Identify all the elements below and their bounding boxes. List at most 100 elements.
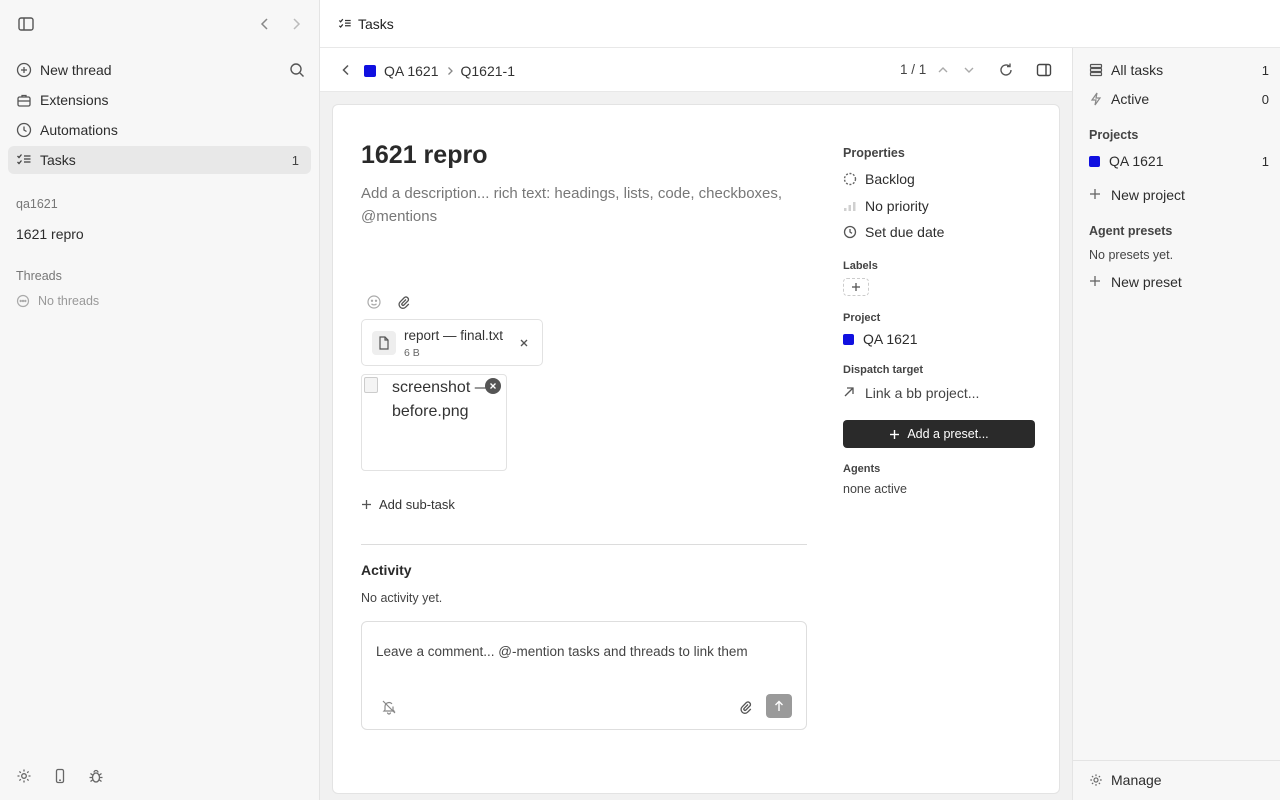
project-selector[interactable]: QA 1621 <box>843 329 918 349</box>
main-content: 1621 repro Add a description... rich tex… <box>320 92 1072 800</box>
sidebar-item-label: Tasks <box>40 152 76 168</box>
add-label-button[interactable] <box>843 278 869 296</box>
broken-image-icon <box>364 377 378 393</box>
task-title[interactable]: 1621 repro <box>361 141 487 170</box>
no-threads-label: No threads <box>38 294 100 308</box>
plus-icon <box>1089 188 1103 202</box>
add-preset-button[interactable]: Add a preset... <box>843 420 1035 448</box>
remove-image-icon[interactable] <box>485 378 501 394</box>
project-color-swatch <box>1089 155 1100 167</box>
clock-icon <box>843 225 857 239</box>
attachment-size: 6 B <box>404 347 420 359</box>
labels-heading: Labels <box>843 260 878 272</box>
remove-attachment-icon[interactable] <box>514 333 534 353</box>
active-count: 0 <box>1261 91 1269 107</box>
back-nav-icon[interactable] <box>255 14 275 34</box>
forward-nav-icon[interactable] <box>286 14 306 34</box>
status-selector[interactable]: Backlog <box>843 169 915 189</box>
clock-icon <box>16 122 32 138</box>
divider <box>1073 760 1280 761</box>
top-bar: Tasks <box>320 0 1280 48</box>
file-attachment-card[interactable]: report — final.txt 6 B <box>361 319 543 366</box>
sidebar-item-label: Extensions <box>40 92 109 108</box>
manage-button[interactable]: Manage <box>1089 768 1269 792</box>
next-task-icon[interactable] <box>959 60 979 80</box>
pager-indicator: 1 / 1 <box>900 62 927 77</box>
sidebar-item-extensions[interactable]: Extensions <box>8 86 311 114</box>
new-preset-button[interactable]: New preset <box>1089 270 1269 294</box>
plus-icon <box>361 499 372 510</box>
project-value: QA 1621 <box>863 331 918 347</box>
briefcase-icon <box>16 92 32 108</box>
backlog-status-icon <box>843 172 857 186</box>
priority-selector[interactable]: No priority <box>843 196 929 216</box>
sidebar-toggle-icon[interactable] <box>16 14 36 34</box>
task-header-bar: QA 1621 Q1621-1 1 / 1 <box>320 48 1072 92</box>
comment-input[interactable]: Leave a comment... @-mention tasks and t… <box>376 644 748 659</box>
add-subtask-button[interactable]: Add sub-task <box>361 497 455 512</box>
back-chevron-icon[interactable] <box>336 60 356 80</box>
sidebar-item-tasks[interactable]: Tasks 1 <box>8 146 311 174</box>
filter-all-tasks[interactable]: All tasks 1 <box>1089 58 1269 82</box>
new-project-label: New project <box>1111 187 1185 203</box>
arrow-up-icon <box>775 700 783 711</box>
sidebar-item-automations[interactable]: Automations <box>8 116 311 144</box>
properties-heading: Properties <box>843 146 905 160</box>
sidebar-item-label: Automations <box>40 122 118 138</box>
bug-icon[interactable] <box>86 766 106 786</box>
gear-icon <box>1089 773 1103 787</box>
all-tasks-count: 1 <box>1261 62 1269 78</box>
new-project-button[interactable]: New project <box>1089 183 1269 207</box>
plus-icon <box>852 283 860 291</box>
attach-icon[interactable] <box>736 697 756 717</box>
left-sidebar: New thread Extensions Automations Tasks … <box>0 0 320 800</box>
due-date-value: Set due date <box>865 224 945 240</box>
sidebar-task-item[interactable]: 1621 repro <box>16 226 84 242</box>
attachment-filename: report — final.txt <box>404 328 504 343</box>
filter-active[interactable]: Active 0 <box>1089 87 1269 111</box>
page-title: Tasks <box>358 16 394 32</box>
checklist-icon <box>16 152 32 168</box>
all-tasks-label: All tasks <box>1111 62 1164 78</box>
project-color-swatch <box>364 65 376 77</box>
breadcrumb-task-id: Q1621-1 <box>460 63 515 79</box>
previous-task-icon[interactable] <box>933 60 953 80</box>
dispatch-link[interactable]: Link a bb project... <box>843 383 979 403</box>
lightning-icon <box>1089 92 1103 106</box>
manage-label: Manage <box>1111 772 1162 788</box>
settings-gear-icon[interactable] <box>14 766 34 786</box>
add-subtask-label: Add sub-task <box>379 497 455 512</box>
projects-heading: Projects <box>1089 128 1139 142</box>
toggle-right-panel-icon[interactable] <box>1034 60 1054 80</box>
description-field[interactable]: Add a description... rich text: headings… <box>361 182 801 228</box>
project-heading: Project <box>843 312 881 324</box>
chat-icon <box>16 294 30 308</box>
plus-circle-icon <box>16 62 32 78</box>
plus-icon <box>1089 275 1103 289</box>
breadcrumb-project[interactable]: QA 1621 <box>384 63 439 79</box>
dispatch-heading: Dispatch target <box>843 364 924 376</box>
search-icon[interactable] <box>287 60 307 80</box>
project-item[interactable]: QA 1621 1 <box>1089 149 1269 173</box>
refresh-icon[interactable] <box>996 60 1016 80</box>
task-card: 1621 repro Add a description... rich tex… <box>332 104 1060 794</box>
mobile-device-icon[interactable] <box>50 766 70 786</box>
new-preset-label: New preset <box>1111 274 1182 290</box>
notifications-off-icon[interactable] <box>379 697 399 717</box>
emoji-reaction-icon[interactable] <box>364 292 384 312</box>
activity-heading: Activity <box>361 562 412 578</box>
breadcrumb: QA 1621 Q1621-1 <box>364 63 515 79</box>
status-value: Backlog <box>865 171 915 187</box>
due-date-selector[interactable]: Set due date <box>843 222 944 242</box>
attach-icon[interactable] <box>394 292 414 312</box>
no-threads-row: No threads <box>16 294 99 308</box>
plus-icon <box>889 429 900 440</box>
arrow-up-right-icon <box>843 386 857 400</box>
group-label: qa1621 <box>16 197 58 211</box>
send-comment-button[interactable] <box>766 694 792 718</box>
image-attachment[interactable]: screenshot — before.png <box>361 374 507 471</box>
active-label: Active <box>1111 91 1150 107</box>
new-thread-button[interactable]: New thread <box>8 56 311 84</box>
activity-empty-text: No activity yet. <box>361 591 443 605</box>
checklist-icon <box>338 17 352 31</box>
